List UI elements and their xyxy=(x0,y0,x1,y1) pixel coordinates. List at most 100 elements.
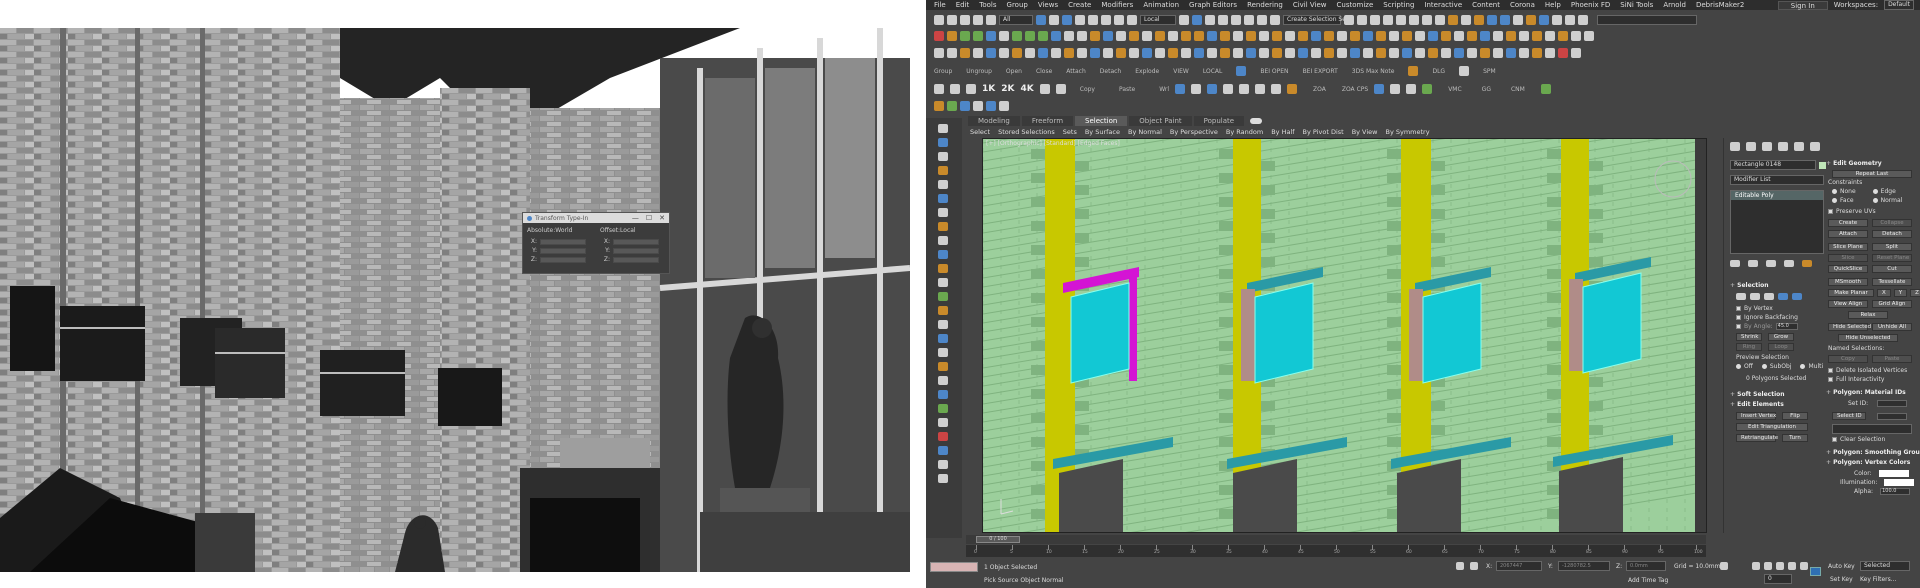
zoa-button[interactable]: ZOA xyxy=(1313,86,1326,93)
adaptive-degradation-icon[interactable] xyxy=(1720,562,1728,570)
ungroup-button[interactable]: Ungroup xyxy=(966,68,992,75)
ribbon-by-symmetry[interactable]: By Symmetry xyxy=(1385,128,1429,136)
display-tab-icon[interactable] xyxy=(1794,142,1804,151)
play-icon[interactable] xyxy=(1776,562,1784,570)
create-tab-icon[interactable] xyxy=(1730,142,1740,151)
tool-4-icon[interactable] xyxy=(973,31,983,41)
flip-button[interactable]: Flip xyxy=(1782,412,1808,420)
tool-59-icon[interactable] xyxy=(1025,48,1035,58)
menu-help[interactable]: Help xyxy=(1545,1,1561,9)
named-copy-button[interactable]: Copy xyxy=(1828,355,1868,363)
link-icon[interactable] xyxy=(960,15,970,25)
show-end-result-icon[interactable] xyxy=(1748,260,1758,267)
tool-100-icon[interactable] xyxy=(1558,48,1568,58)
ribbon-select[interactable]: Select xyxy=(970,128,990,136)
view-align-button[interactable]: View Align xyxy=(1828,300,1868,308)
tool-88-icon[interactable] xyxy=(1402,48,1412,58)
vc-illumination-swatch[interactable] xyxy=(1884,479,1915,486)
tool-98-icon[interactable] xyxy=(1532,48,1542,58)
named-selection-dropdown[interactable]: Create Selection Se xyxy=(1283,15,1346,25)
extra-2-icon[interactable] xyxy=(947,101,957,111)
strip-5-icon[interactable] xyxy=(938,180,948,189)
menu-graph-editors[interactable]: Graph Editors xyxy=(1189,1,1237,9)
info-icon[interactable] xyxy=(1055,84,1066,94)
layer-explorer-icon[interactable] xyxy=(1383,15,1393,25)
ribbon-toggle-icon[interactable] xyxy=(1396,15,1406,25)
tool-15-icon[interactable] xyxy=(1116,31,1126,41)
tool-54-icon[interactable] xyxy=(960,48,970,58)
reference-coord-dropdown[interactable]: Local xyxy=(1140,15,1176,25)
tool-50-icon[interactable] xyxy=(1571,31,1581,41)
clear-selection-checkbox[interactable] xyxy=(1832,437,1837,442)
tool-87-icon[interactable] xyxy=(1389,48,1399,58)
tool-28-icon[interactable] xyxy=(1285,31,1295,41)
edit-named-sets-icon[interactable] xyxy=(1270,15,1280,25)
strip-14-icon[interactable] xyxy=(938,306,948,315)
maximize-icon[interactable]: ☐ xyxy=(646,214,652,222)
render-online-icon[interactable] xyxy=(1526,15,1536,25)
constraint-normal-radio[interactable] xyxy=(1872,198,1878,203)
tool-51-icon[interactable] xyxy=(1584,31,1594,41)
spm-button[interactable]: SPM xyxy=(1483,68,1496,75)
tab-selection[interactable]: Selection xyxy=(1075,116,1128,126)
tool-8-icon[interactable] xyxy=(1025,31,1035,41)
tessellate-button[interactable]: Tessellate xyxy=(1872,278,1912,286)
viewport-label[interactable]: [+] [Orthographic] [Standard] [Edged Fac… xyxy=(986,140,1120,147)
material-name-dropdown[interactable] xyxy=(1832,424,1912,434)
bei-export-button[interactable]: BEI EXPORT xyxy=(1303,68,1338,75)
res-tool-13-icon[interactable] xyxy=(1374,84,1385,94)
preserve-uvs-checkbox[interactable] xyxy=(1828,209,1833,214)
ribbon-by-normal[interactable]: By Normal xyxy=(1128,128,1162,136)
tool-76-icon[interactable] xyxy=(1246,48,1256,58)
tool-5-icon[interactable] xyxy=(986,31,996,41)
edge-mode-icon[interactable] xyxy=(1750,293,1760,300)
tool-92-icon[interactable] xyxy=(1454,48,1464,58)
current-frame-field[interactable]: 0 xyxy=(1764,574,1792,584)
extra-6-icon[interactable] xyxy=(999,101,1009,111)
bind-space-warp-icon[interactable] xyxy=(986,15,996,25)
res-tool-10-icon[interactable] xyxy=(1254,84,1265,94)
res-tool-14-icon[interactable] xyxy=(1390,84,1401,94)
add-time-tag[interactable]: Add Time Tag xyxy=(1628,577,1668,584)
scale-icon[interactable] xyxy=(1114,15,1124,25)
tool-67-icon[interactable] xyxy=(1129,48,1139,58)
ribbon-by-pivot-dist[interactable]: By Pivot Dist xyxy=(1303,128,1344,136)
strip-3-icon[interactable] xyxy=(938,152,948,161)
window-crossing-icon[interactable] xyxy=(1075,15,1085,25)
delete-isolated-checkbox[interactable] xyxy=(1828,368,1833,373)
tool-19-icon[interactable] xyxy=(1168,31,1178,41)
res-tool-2-icon[interactable] xyxy=(950,84,960,94)
ignore-backfacing-checkbox[interactable] xyxy=(1736,315,1741,320)
dialog-title-bar[interactable]: Transform Type-In — ☐ ✕ xyxy=(523,213,669,223)
close-icon[interactable]: ✕ xyxy=(659,214,665,222)
slice-button[interactable]: Slice xyxy=(1828,254,1868,262)
attach-group-button[interactable]: Attach xyxy=(1066,68,1085,75)
tool-82-icon[interactable] xyxy=(1324,48,1334,58)
res-tool-4-icon[interactable] xyxy=(1039,84,1050,94)
off-x-field[interactable] xyxy=(613,238,659,245)
tool-16-icon[interactable] xyxy=(1129,31,1139,41)
dlg-icon[interactable] xyxy=(1408,66,1419,76)
rotate-icon[interactable] xyxy=(1101,15,1111,25)
undo-icon[interactable] xyxy=(934,15,944,25)
tool-70-icon[interactable] xyxy=(1168,48,1178,58)
tool-60-icon[interactable] xyxy=(1038,48,1048,58)
tool-6-icon[interactable] xyxy=(999,31,1009,41)
extra-1-icon[interactable] xyxy=(934,101,944,111)
motion-tab-icon[interactable] xyxy=(1778,142,1788,151)
tool-18-icon[interactable] xyxy=(1155,31,1165,41)
gg-button[interactable]: GG xyxy=(1482,86,1491,93)
move-icon[interactable] xyxy=(1088,15,1098,25)
tool-68-icon[interactable] xyxy=(1142,48,1152,58)
next-frame-icon[interactable] xyxy=(1788,562,1796,570)
snaps-toggle-icon[interactable] xyxy=(1218,15,1228,25)
strip-16-icon[interactable] xyxy=(938,334,948,343)
max-note-button[interactable]: 3DS Max Note xyxy=(1352,68,1395,75)
key-filters-button[interactable]: Key Filters... xyxy=(1860,576,1897,583)
tool-12-icon[interactable] xyxy=(1077,31,1087,41)
rect-selection-icon[interactable] xyxy=(1062,15,1072,25)
constraint-face-radio[interactable] xyxy=(1832,198,1837,203)
ribbon-by-perspective[interactable]: By Perspective xyxy=(1170,128,1218,136)
menu-content[interactable]: Content xyxy=(1472,1,1500,9)
ribbon-by-random[interactable]: By Random xyxy=(1226,128,1263,136)
